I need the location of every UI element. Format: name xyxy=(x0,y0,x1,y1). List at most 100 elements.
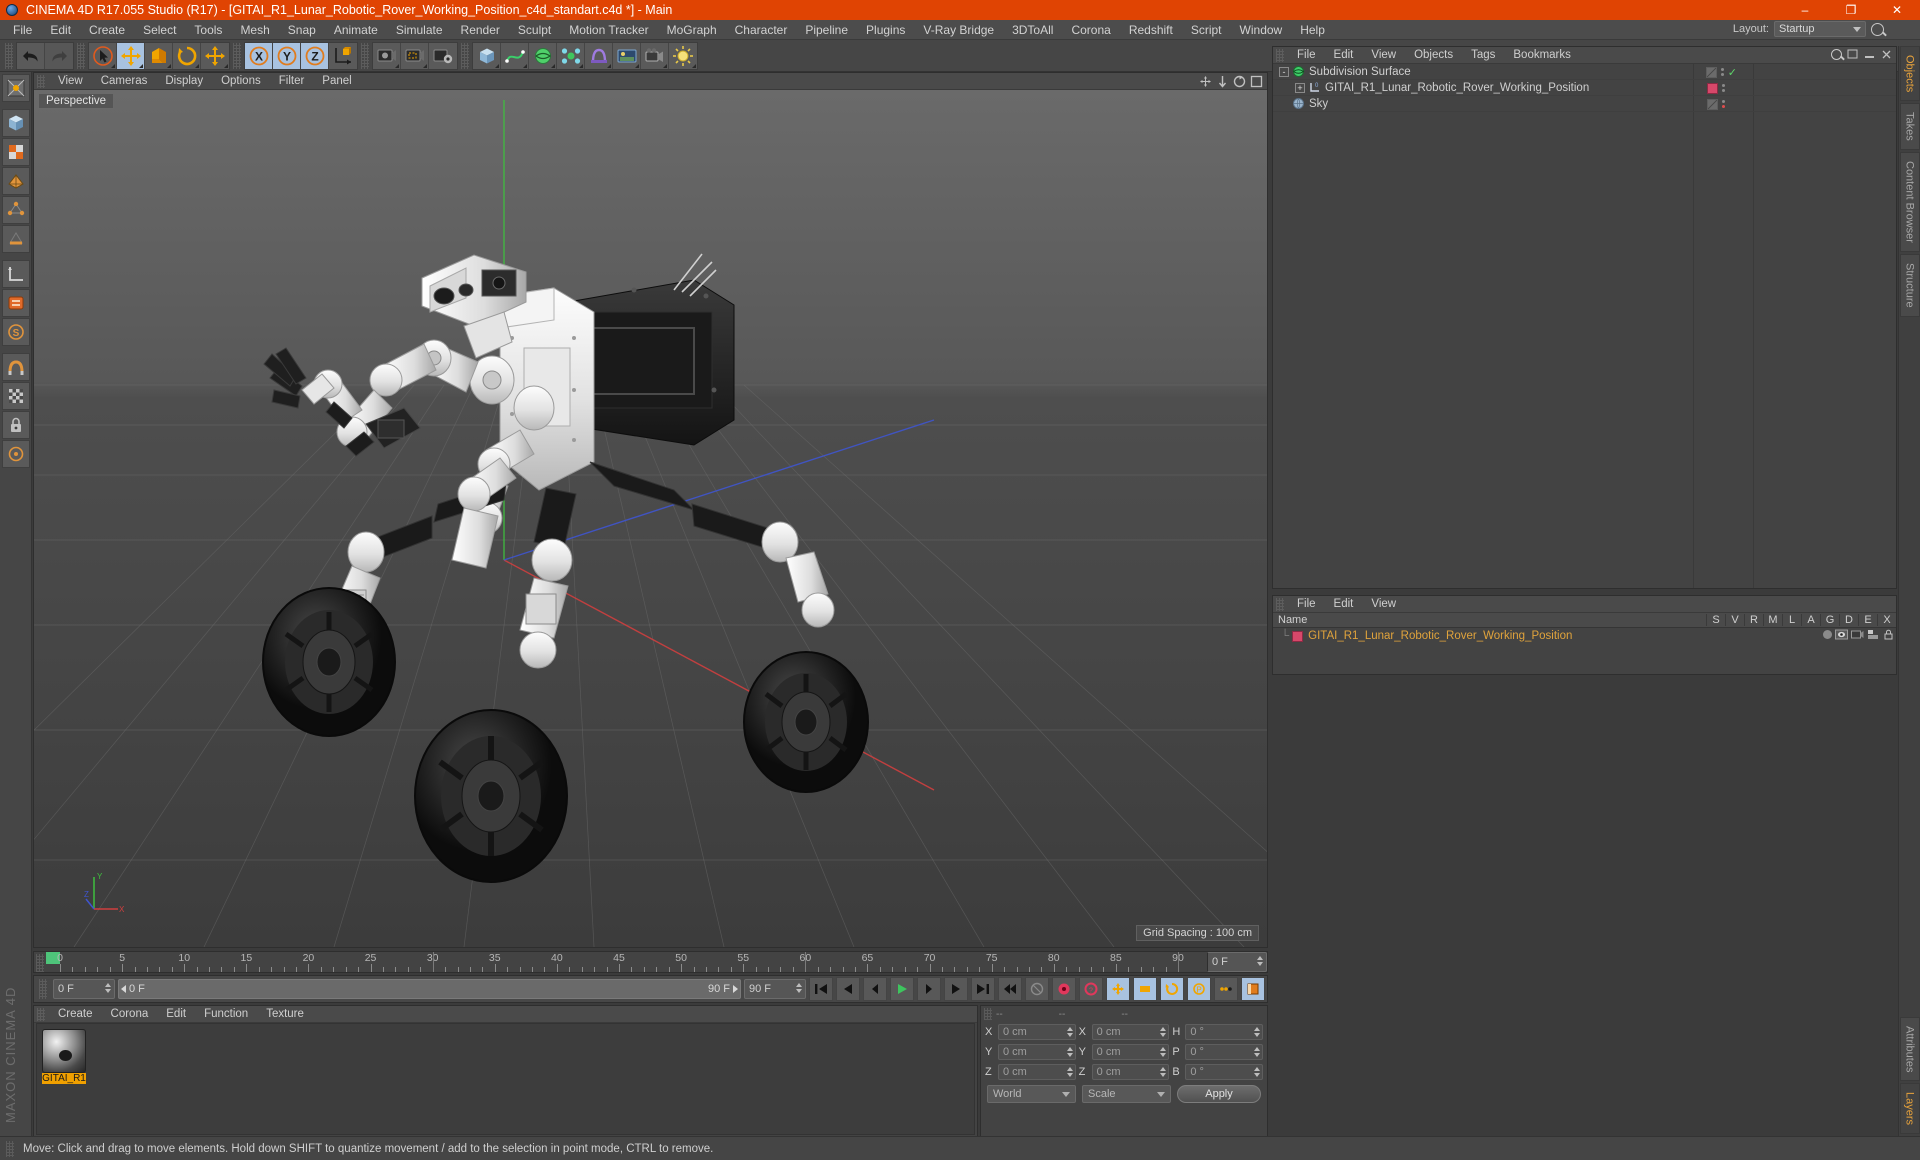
menu-snap[interactable]: Snap xyxy=(279,20,325,40)
column-header-e[interactable]: E xyxy=(1858,614,1877,626)
stepper-icon[interactable] xyxy=(1066,1027,1073,1037)
lower-manager-row[interactable]: └ GITAI_R1_Lunar_Robotic_Rover_Working_P… xyxy=(1273,628,1896,644)
restore-panel-icon[interactable] xyxy=(1847,49,1859,60)
column-header-g[interactable]: G xyxy=(1820,614,1839,626)
toolbar-grip[interactable] xyxy=(77,42,85,69)
pan-icon[interactable] xyxy=(1199,75,1212,88)
object-row[interactable]: +0 GITAI_R1_Lunar_Robotic_Rover_Working_P… xyxy=(1273,80,1896,96)
range-left-handle-icon[interactable] xyxy=(121,985,126,993)
playbar-grip[interactable] xyxy=(39,979,47,999)
apply-button[interactable]: Apply xyxy=(1177,1085,1261,1103)
add-light-button[interactable] xyxy=(669,42,697,69)
visibility-dots[interactable] xyxy=(1722,100,1725,108)
object-menu-objects[interactable]: Objects xyxy=(1405,47,1462,64)
edge-mode-button[interactable] xyxy=(1,225,30,253)
menu-window[interactable]: Window xyxy=(1231,20,1292,40)
coordinate-field[interactable]: 0 cm xyxy=(1091,1024,1170,1040)
menu-mesh[interactable]: Mesh xyxy=(231,20,278,40)
max-frame-field[interactable]: 90 F xyxy=(744,979,806,999)
menu-help[interactable]: Help xyxy=(1291,20,1334,40)
step-forward-button[interactable] xyxy=(917,977,941,1001)
coordinate-system-dropdown[interactable]: World xyxy=(987,1085,1076,1103)
object-tag-icon[interactable] xyxy=(1705,66,1717,78)
menu-render[interactable]: Render xyxy=(452,20,509,40)
vertical-tab-takes[interactable]: Takes xyxy=(1899,103,1920,151)
lock-workplane-button[interactable] xyxy=(1,411,30,439)
point-mode-button[interactable] xyxy=(1,196,30,224)
stepper-icon[interactable] xyxy=(1254,1047,1261,1057)
menu-3dtoall[interactable]: 3DToAll xyxy=(1003,20,1062,40)
snap-settings-button[interactable] xyxy=(1,353,30,381)
object-tag-icon[interactable] xyxy=(1707,98,1718,110)
coordinate-field[interactable]: 0 cm xyxy=(1091,1064,1170,1080)
coordinate-mode-dropdown[interactable]: Scale xyxy=(1082,1085,1171,1103)
visibility-tag-icon[interactable] xyxy=(1835,629,1848,640)
visibility-dots[interactable] xyxy=(1722,84,1725,92)
material-menu-edit[interactable]: Edit xyxy=(157,1006,195,1023)
expand-icon[interactable]: + xyxy=(1295,82,1305,93)
toolbar-grip[interactable] xyxy=(461,42,469,69)
world-coordinate-system-button[interactable] xyxy=(329,42,357,69)
column-header-l[interactable]: L xyxy=(1782,614,1801,626)
step-back-button[interactable] xyxy=(863,977,887,1001)
stepper-icon[interactable] xyxy=(1066,1047,1073,1057)
viewport-canvas[interactable] xyxy=(34,90,1267,947)
viewport-menu-filter[interactable]: Filter xyxy=(270,73,314,90)
rotate-tool[interactable] xyxy=(173,42,201,69)
autokeying-button[interactable] xyxy=(1052,977,1076,1001)
menu-pipeline[interactable]: Pipeline xyxy=(796,20,857,40)
coordinate-field[interactable]: 0 cm xyxy=(998,1064,1076,1080)
scale-tool[interactable] xyxy=(145,42,173,69)
parameter-key-button[interactable]: P xyxy=(1187,977,1211,1001)
vertical-tab-layers[interactable]: Layers xyxy=(1899,1082,1920,1134)
vertical-tab-objects[interactable]: Objects xyxy=(1899,46,1920,102)
column-header-v[interactable]: V xyxy=(1725,614,1744,626)
material-tag-small-icon[interactable] xyxy=(1867,629,1880,640)
lock-y-axis-button[interactable]: Y xyxy=(273,42,301,69)
render-tag-icon[interactable] xyxy=(1851,629,1864,640)
visibility-dots[interactable] xyxy=(1720,68,1724,76)
viewport-menu-view[interactable]: View xyxy=(49,73,92,90)
preview-range-slider[interactable]: 0 F 90 F xyxy=(118,979,741,999)
column-header-a[interactable]: A xyxy=(1801,614,1820,626)
menu-select[interactable]: Select xyxy=(134,20,185,40)
vertical-tab-attributes[interactable]: Attributes xyxy=(1899,1016,1920,1081)
maximize-button[interactable]: ❐ xyxy=(1828,0,1874,20)
viewport-menu-options[interactable]: Options xyxy=(212,73,270,90)
autokey-mode-button[interactable]: ? xyxy=(1079,977,1103,1001)
timeline-ruler[interactable]: 051015202530354045505560657075808590 xyxy=(46,952,1207,972)
object-tag-icon[interactable] xyxy=(1707,82,1718,94)
texture-axis-tool[interactable] xyxy=(1,74,30,102)
move-tool[interactable] xyxy=(117,42,145,69)
stepper-icon[interactable] xyxy=(796,983,802,993)
render-settings-button[interactable] xyxy=(429,42,457,69)
object-menu-bookmarks[interactable]: Bookmarks xyxy=(1504,47,1580,64)
menu-create[interactable]: Create xyxy=(80,20,134,40)
object-manager-grip[interactable] xyxy=(1276,48,1284,62)
menu-tools[interactable]: Tools xyxy=(185,20,231,40)
current-frame-field[interactable]: 0 F xyxy=(53,979,115,999)
stepper-icon[interactable] xyxy=(1257,956,1263,966)
timeline-frame-field[interactable]: 0 F xyxy=(1207,952,1267,972)
next-key-button[interactable] xyxy=(944,977,968,1001)
texture-mode-button[interactable] xyxy=(1,138,30,166)
object-menu-file[interactable]: File xyxy=(1288,47,1325,64)
menu-simulate[interactable]: Simulate xyxy=(387,20,452,40)
timeline-grip[interactable] xyxy=(36,954,44,972)
menu-script[interactable]: Script xyxy=(1182,20,1231,40)
maximize-view-icon[interactable] xyxy=(1250,75,1263,88)
position-key-button[interactable] xyxy=(1106,977,1130,1001)
scale-key-button[interactable] xyxy=(1133,977,1157,1001)
enabled-check-icon[interactable]: ✓ xyxy=(1728,66,1737,79)
keyframe-selection-button[interactable] xyxy=(1241,977,1265,1001)
rotation-key-button[interactable] xyxy=(1160,977,1184,1001)
column-header-x[interactable]: X xyxy=(1877,614,1896,626)
material-menu-create[interactable]: Create xyxy=(49,1006,102,1023)
object-row[interactable]: Sky xyxy=(1273,96,1896,112)
toolbar-grip[interactable] xyxy=(361,42,369,69)
play-button[interactable] xyxy=(890,977,914,1001)
menu-sculpt[interactable]: Sculpt xyxy=(509,20,560,40)
material-menu-texture[interactable]: Texture xyxy=(257,1006,313,1023)
dolly-icon[interactable] xyxy=(1216,75,1229,88)
go-to-end-button[interactable] xyxy=(971,977,995,1001)
